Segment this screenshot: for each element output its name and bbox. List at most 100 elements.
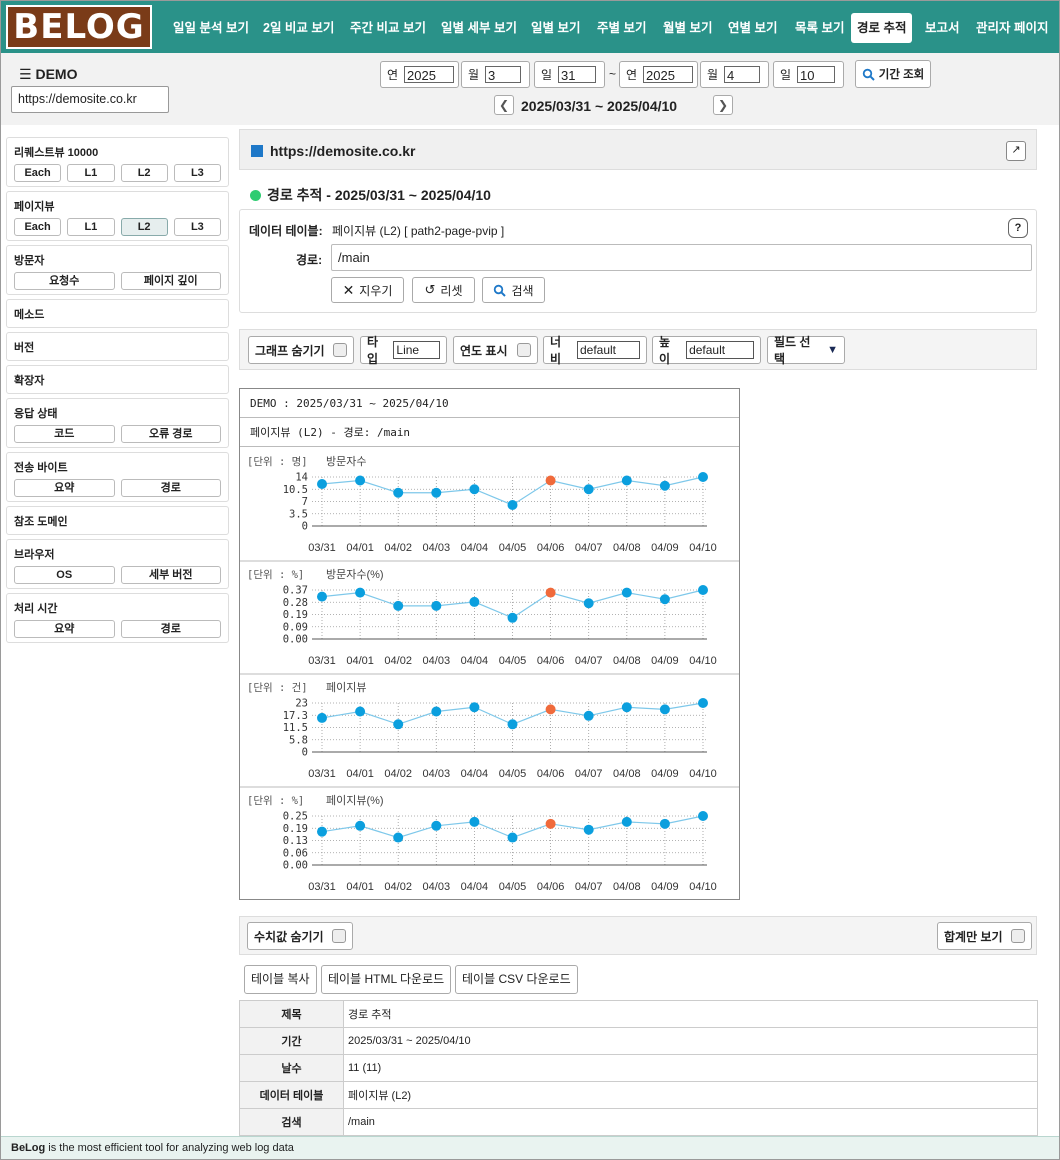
top-navigation: BELOG 일일 분석 보기 2일 비교 보기 주간 비교 보기 일별 세부 보기 일별… <box>1 1 1059 53</box>
sidebar-button[interactable]: L1 <box>67 164 115 182</box>
width-field[interactable]: 너비 default <box>543 335 647 366</box>
nav-item[interactable]: 일별 보기 <box>531 14 580 42</box>
sidebar-group-title[interactable]: 버전 <box>14 339 221 355</box>
search-button[interactable]: 검색 <box>482 277 545 303</box>
data-point <box>393 719 404 730</box>
sidebar-button[interactable]: L2 <box>120 164 168 182</box>
x-tick-label: 04/01 <box>346 655 374 667</box>
reset-button[interactable]: ↺ 리셋 <box>412 277 475 303</box>
period-search-button[interactable]: 기간 조회 <box>855 60 931 88</box>
html-download-button[interactable]: 테이블 HTML 다운로드 <box>321 965 452 994</box>
nav-item[interactable]: 주간 비교 보기 <box>350 14 426 42</box>
y-tick-label: 0.09 <box>283 621 308 633</box>
data-point <box>355 706 366 717</box>
x-tick-label: 04/05 <box>499 881 527 893</box>
copy-table-button[interactable]: 테이블 복사 <box>244 965 317 994</box>
show-year-toggle[interactable]: 연도 표시 <box>453 336 538 364</box>
to-year-field[interactable]: 연 2025 <box>619 61 698 88</box>
sidebar-button[interactable]: Each <box>14 218 62 236</box>
height-field[interactable]: 높이 default <box>652 335 761 366</box>
table-row: 검색/main <box>239 1108 1038 1136</box>
nav-item[interactable]: 2일 비교 보기 <box>263 14 334 42</box>
nav-item[interactable]: 목록 보기 <box>795 14 844 42</box>
sidebar-button[interactable]: 페이지 깊이 <box>120 272 221 290</box>
from-month-field[interactable]: 월3 <box>461 61 530 88</box>
from-day-field[interactable]: 일 31 <box>534 61 605 88</box>
sidebar-button[interactable]: L2 <box>120 218 168 236</box>
sidebar-button[interactable]: 코드 <box>14 425 115 443</box>
data-point <box>355 820 366 831</box>
sidebar-button[interactable]: 세부 버전 <box>120 566 221 584</box>
nav-item[interactable]: 보고서 <box>925 14 960 42</box>
nav-item[interactable]: 경로 추적 <box>851 13 913 43</box>
csv-download-button[interactable]: 테이블 CSV 다운로드 <box>455 965 578 994</box>
hide-graph-toggle[interactable]: 그래프 숨기기 <box>248 336 354 364</box>
row-value: /main <box>343 1108 1038 1136</box>
field-select-dropdown[interactable]: 필드 선택 ▼ <box>767 335 845 366</box>
data-point <box>469 702 480 713</box>
nav-item[interactable]: 관리자 페이지 <box>976 14 1048 42</box>
y-tick-label: 0.00 <box>283 634 308 646</box>
sidebar-group-title[interactable]: 참조 도메인 <box>14 513 221 529</box>
clear-button[interactable]: ✕ 지우기 <box>331 277 404 303</box>
from-year-field[interactable]: 연 2025 <box>380 61 459 88</box>
site-url-field[interactable]: https://demosite.co.kr <box>11 86 169 113</box>
data-point <box>393 600 404 611</box>
nav-item[interactable]: 주별 보기 <box>597 14 646 42</box>
row-label: 제목 <box>239 1000 344 1028</box>
table-row: 데이터 테이블 페이지뷰 (L2) <box>239 1081 1038 1109</box>
x-tick-label: 04/04 <box>461 655 489 667</box>
x-tick-label: 04/09 <box>651 542 679 554</box>
sidebar-group-title: 처리 시간 <box>14 603 58 615</box>
checkbox[interactable] <box>333 343 347 357</box>
x-tick-label: 04/10 <box>689 542 717 554</box>
x-tick-label: 04/10 <box>689 655 717 667</box>
sidebar-button[interactable]: Each <box>14 164 62 182</box>
data-point <box>621 587 632 598</box>
sidebar-group-title[interactable]: 메소드 <box>14 306 221 322</box>
x-tick-label: 04/01 <box>346 881 374 893</box>
chart-type-field[interactable]: 타입 Line <box>360 335 447 366</box>
x-tick-label: 04/03 <box>423 881 451 893</box>
total-only-toggle[interactable]: 합계만 보기 <box>937 922 1032 950</box>
help-button[interactable]: ? <box>1008 218 1028 238</box>
header-bar: ☰ DEMO https://demosite.co.kr 연 2025 월3 일… <box>1 53 1059 125</box>
sidebar-button[interactable]: 오류 경로 <box>120 425 221 443</box>
x-tick-label: 04/08 <box>613 655 641 667</box>
next-period-button[interactable]: ❯ <box>713 95 733 115</box>
to-month-field[interactable]: 월4 <box>700 61 769 88</box>
site-title[interactable]: ☰ DEMO <box>19 66 77 83</box>
sidebar-button[interactable]: OS <box>14 566 115 584</box>
sidebar-button[interactable]: 경로 <box>120 479 221 497</box>
sidebar-button[interactable]: 요약 <box>14 620 115 638</box>
nav-item[interactable]: 일별 세부 보기 <box>441 14 517 42</box>
sidebar-button[interactable]: 요청수 <box>14 272 115 290</box>
data-table-label: 데이터 테이블: <box>249 224 323 238</box>
checkbox[interactable] <box>1011 929 1025 943</box>
nav-item[interactable]: 연별 보기 <box>728 14 777 42</box>
menu-icon[interactable]: ☰ <box>19 66 32 82</box>
sidebar-button[interactable]: 요약 <box>14 479 115 497</box>
row-label: 데이터 테이블 <box>239 1081 344 1109</box>
sidebar-group-title: 전송 바이트 <box>14 462 68 474</box>
x-tick-label: 03/31 <box>308 768 336 780</box>
open-external-button[interactable]: ↗ <box>1006 141 1026 161</box>
y-tick-label: 0.19 <box>283 823 308 835</box>
sidebar-button[interactable]: L3 <box>173 218 221 236</box>
hide-values-toggle[interactable]: 수치값 숨기기 <box>247 922 353 950</box>
checkbox[interactable] <box>332 929 346 943</box>
data-point <box>507 832 518 843</box>
sidebar-button[interactable]: L3 <box>173 164 221 182</box>
sidebar-group: 페이지뷰 Each L1 L2 L3 <box>6 191 229 241</box>
belog-logo[interactable]: BELOG <box>6 5 152 49</box>
to-day-field[interactable]: 일 10 <box>773 61 844 88</box>
prev-period-button[interactable]: ❮ <box>494 95 514 115</box>
sidebar-group-title[interactable]: 확장자 <box>14 372 221 388</box>
checkbox[interactable] <box>517 343 531 357</box>
x-tick-label: 04/02 <box>384 881 412 893</box>
path-input[interactable]: /main <box>331 244 1032 271</box>
sidebar-button[interactable]: L1 <box>67 218 115 236</box>
nav-item[interactable]: 일일 분석 보기 <box>173 14 249 42</box>
sidebar-button[interactable]: 경로 <box>120 620 221 638</box>
nav-item[interactable]: 월별 보기 <box>663 14 712 42</box>
